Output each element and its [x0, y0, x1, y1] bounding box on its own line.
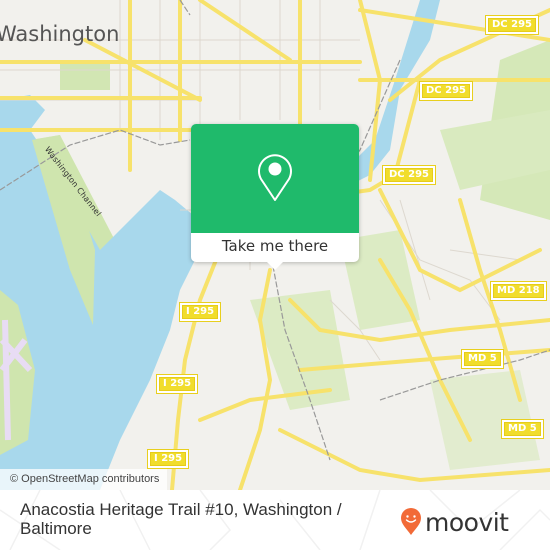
moovit-logo[interactable]: moovit: [400, 508, 509, 536]
moovit-wordmark: moovit: [425, 507, 509, 537]
road-shield-i295: I 295: [178, 302, 222, 322]
road-shield-dc295: DC 295: [382, 165, 436, 185]
location-title: Anacostia Heritage Trail #10, Washington…: [20, 500, 342, 538]
location-popup: Take me there: [191, 124, 359, 270]
road-shield-dc295: DC 295: [485, 15, 539, 35]
road-shield-i295: I 295: [155, 374, 199, 394]
popup-pointer: [267, 262, 283, 270]
map[interactable]: Washington Washington Channel DC 295 DC …: [0, 0, 550, 490]
map-pin-icon: [258, 154, 292, 201]
road-shield-i295: I 295: [146, 449, 190, 469]
road-shield-dc295: DC 295: [419, 81, 473, 101]
moovit-pin-icon: [401, 508, 421, 535]
road-shield-md218: MD 218: [490, 281, 547, 301]
take-me-there-button[interactable]: Take me there: [191, 233, 359, 262]
footer: Anacostia Heritage Trail #10, Washington…: [0, 490, 550, 550]
popup-header: [191, 124, 359, 233]
map-attribution[interactable]: © OpenStreetMap contributors: [0, 469, 168, 490]
road-shield-md5: MD 5: [461, 349, 504, 369]
city-label: Washington: [0, 22, 120, 46]
road-shield-md5: MD 5: [501, 419, 544, 439]
